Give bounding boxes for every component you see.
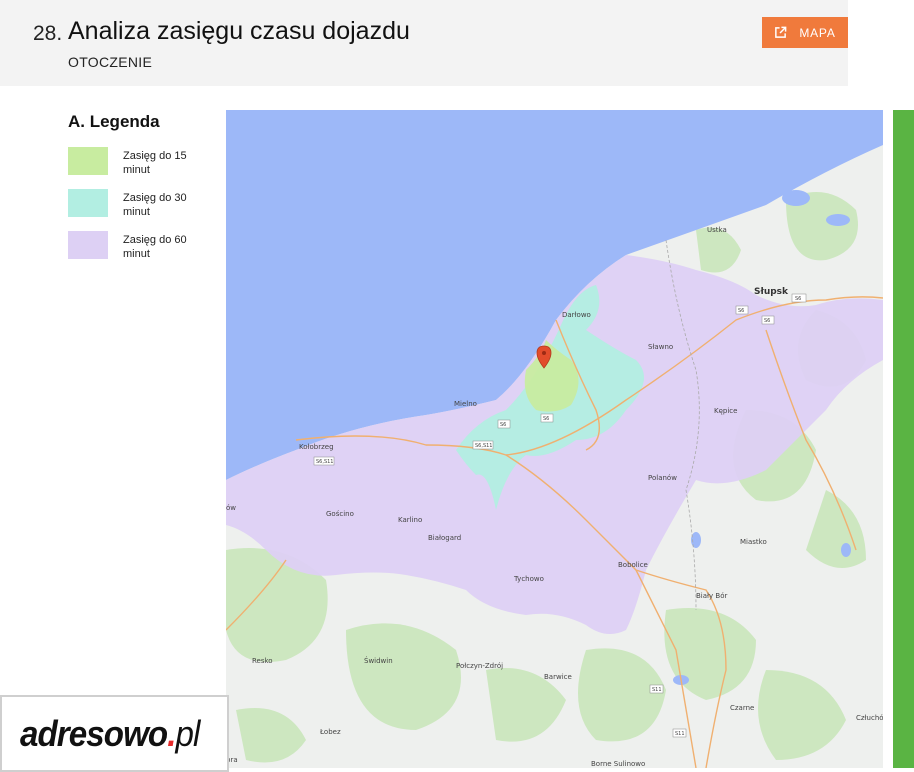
town-label-kolobrzeg: Kołobrzeg [299, 443, 334, 451]
legend-item-30min: Zasięg do 30 minut [68, 189, 218, 219]
road-label-s6-b: S6 [738, 308, 744, 314]
town-label-darlowo: Darłowo [562, 311, 591, 319]
town-label-polczyn: Połczyn-Zdrój [456, 662, 503, 670]
road-label-s6s11-a: S6,S11 [475, 443, 492, 449]
section-number: 28. [33, 22, 63, 45]
road-label-s6-a: S6 [795, 296, 801, 302]
legend-item-15min: Zasięg do 15 minut [68, 147, 218, 177]
town-label-czarne: Czarne [730, 704, 754, 712]
brand-logo-text: adresowo.pl [20, 713, 200, 754]
town-label-polanow: Polanów [648, 474, 677, 482]
open-map-button-label: MAPA [799, 25, 836, 40]
legend-label-15min: Zasięg do 15 minut [123, 150, 187, 176]
legend-swatch-15min [68, 147, 108, 175]
town-label-mielno: Mielno [454, 400, 477, 408]
travel-time-map[interactable]: Ustka Słupsk Darłowo Sławno Kępice Mieln… [226, 110, 883, 768]
road-label-s6-c: S6 [764, 318, 770, 324]
town-label-ustka: Ustka [707, 226, 727, 234]
road-label-s6s11-b: S6,S11 [316, 459, 333, 465]
town-label-bialogard: Białogard [428, 534, 461, 542]
open-map-button[interactable]: MAPA [762, 17, 848, 48]
town-label-tychowo: Tychowo [513, 575, 544, 583]
town-label-lobez: Łobez [319, 728, 341, 736]
town-label-bialy-bor: Biały Bór [696, 592, 727, 600]
legend-label-30min: Zasięg do 30 minut [123, 192, 187, 218]
legend-title: A. Legenda [68, 112, 160, 131]
town-label-swidwin: Świdwin [364, 656, 393, 665]
page-header: 28. Analiza zasięgu czasu dojazdu OTOCZE… [0, 0, 848, 86]
road-label-s11-b: S11 [675, 731, 685, 737]
legend-label-60min: Zasięg do 60 minut [123, 234, 187, 260]
legend-item-60min: Zasięg do 60 minut [68, 231, 218, 261]
legend-swatch-60min [68, 231, 108, 259]
town-label-barwice: Barwice [544, 673, 572, 681]
page-subtitle: OTOCZENIE [68, 54, 153, 70]
town-label-kepice: Kępice [714, 407, 737, 415]
legend-swatch-30min [68, 189, 108, 217]
road-label-s6-e: S6 [543, 416, 549, 422]
brand-logo: adresowo.pl [0, 695, 229, 772]
town-label-goscino: Gościno [326, 510, 354, 518]
town-label-borne: Borne Sulinowo [591, 760, 645, 768]
town-label-slupsk: Słupsk [754, 287, 789, 297]
external-link-icon [775, 26, 787, 38]
town-label-czluchow: Człuchó [856, 714, 883, 722]
town-label-slawno: Sławno [648, 343, 673, 351]
town-label-bobolice: Bobolice [618, 561, 648, 569]
town-label-miastko: Miastko [740, 538, 767, 546]
road-label-s6-d: S6 [500, 422, 506, 428]
side-accent-bar [893, 110, 914, 768]
map-canvas: Ustka Słupsk Darłowo Sławno Kępice Mieln… [226, 110, 883, 768]
road-label-s11-a: S11 [652, 687, 662, 693]
town-label-edge-left: ów [226, 504, 236, 512]
town-label-karlino: Karlino [398, 516, 422, 524]
town-label-resko: Resko [252, 657, 273, 665]
page-title: Analiza zasięgu czasu dojazdu [68, 17, 410, 45]
